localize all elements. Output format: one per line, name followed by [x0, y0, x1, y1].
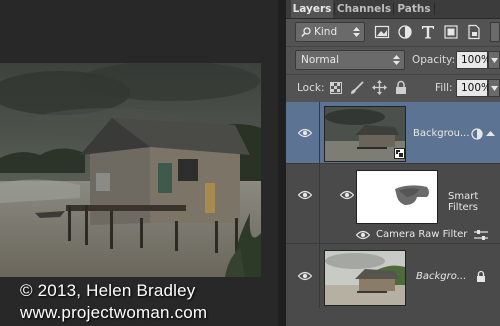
divider [319, 244, 320, 308]
fill-slider-button[interactable] [488, 79, 500, 97]
panel-tabs: Layers Channels Paths [286, 0, 500, 19]
smart-filter-indicator-icon [471, 128, 483, 140]
tab-separator [334, 3, 335, 15]
layer-thumbnail [324, 250, 406, 306]
visibility-eye-icon[interactable] [298, 190, 312, 200]
opacity-slider-button[interactable] [488, 51, 500, 69]
fill-input[interactable]: 100% [456, 79, 491, 97]
website-watermark: www.projectwoman.com [20, 303, 208, 322]
move-icon[interactable] [372, 80, 387, 95]
search-icon [301, 27, 311, 38]
filter-toggle-switch[interactable] [490, 22, 500, 42]
lock-icon [477, 270, 485, 282]
visibility-eye-icon[interactable] [356, 230, 370, 240]
tab-layers[interactable]: Layers [291, 0, 333, 18]
tab-channels[interactable]: Channels [336, 0, 392, 18]
blend-mode-value: Normal [301, 54, 339, 66]
layers-list: Backgrou... Smart Filters Camera Raw Fil… [286, 102, 500, 326]
filter-kind-dropdown[interactable]: Kind [295, 22, 365, 42]
filter-name: Camera Raw Filter [376, 229, 468, 240]
copyright-watermark: © 2013, Helen Bradley [20, 281, 196, 300]
lock-transparent-pixels-icon[interactable] [330, 82, 342, 94]
brush-icon[interactable] [350, 81, 364, 95]
filter-blending-options-icon[interactable] [474, 230, 488, 240]
layer-row-background[interactable]: Backgro... [286, 244, 500, 308]
layers-panel: Layers Channels Paths Kind Normal Opacit… [286, 0, 500, 326]
photo-image [0, 63, 261, 277]
updown-arrow-icon [353, 27, 360, 37]
divider [319, 102, 320, 164]
tab-separator [393, 3, 394, 15]
smart-filters-label: Smart Filters [448, 191, 479, 213]
lock-label: Lock: [297, 82, 325, 94]
type-filter-icon[interactable] [420, 24, 436, 40]
blend-mode-dropdown[interactable]: Normal [295, 50, 405, 70]
filter-mask-thumbnail[interactable] [356, 170, 438, 224]
panel-divider [278, 0, 286, 326]
opacity-label: Opacity: [412, 54, 456, 66]
divider [319, 226, 320, 244]
updown-arrow-icon [393, 55, 400, 65]
tab-paths[interactable]: Paths [395, 0, 433, 18]
fill-label: Fill: [435, 82, 453, 94]
smart-object-badge-icon [394, 148, 405, 159]
lock-row: Lock: Fill: 100% [286, 77, 500, 101]
layer-filter-toolbar: Kind [286, 19, 500, 45]
layer-name[interactable]: Backgrou... [413, 128, 470, 139]
adjustment-filter-icon[interactable] [397, 24, 413, 40]
tab-separator [434, 3, 435, 15]
divider [286, 74, 500, 75]
filter-mask-eye-icon[interactable] [340, 190, 354, 200]
divider [319, 164, 320, 226]
opacity-input[interactable]: 100% [456, 51, 491, 69]
chevron-up-icon[interactable] [486, 129, 495, 139]
pixel-filter-icon[interactable] [374, 24, 390, 40]
visibility-eye-icon[interactable] [298, 271, 312, 281]
smart-object-filter-icon[interactable] [466, 24, 482, 40]
layer-row-smart-object[interactable]: Backgrou... [286, 102, 500, 164]
filter-kind-label: Kind [314, 26, 338, 38]
layer-row-smart-filters[interactable]: Smart Filters [286, 164, 500, 226]
document-canvas[interactable]: © 2013, Helen Bradley www.projectwoman.c… [0, 0, 278, 326]
divider [286, 46, 500, 47]
blend-row: Normal Opacity: 100% [286, 49, 500, 73]
chevron-down-icon [491, 58, 498, 63]
chevron-down-icon [491, 86, 498, 91]
shape-filter-icon[interactable] [443, 24, 459, 40]
layer-name[interactable]: Backgro... [416, 271, 466, 282]
visibility-eye-icon[interactable] [298, 128, 312, 138]
layer-row-camera-raw-filter[interactable]: Camera Raw Filter [286, 226, 500, 244]
lock-all-icon[interactable] [395, 80, 407, 95]
